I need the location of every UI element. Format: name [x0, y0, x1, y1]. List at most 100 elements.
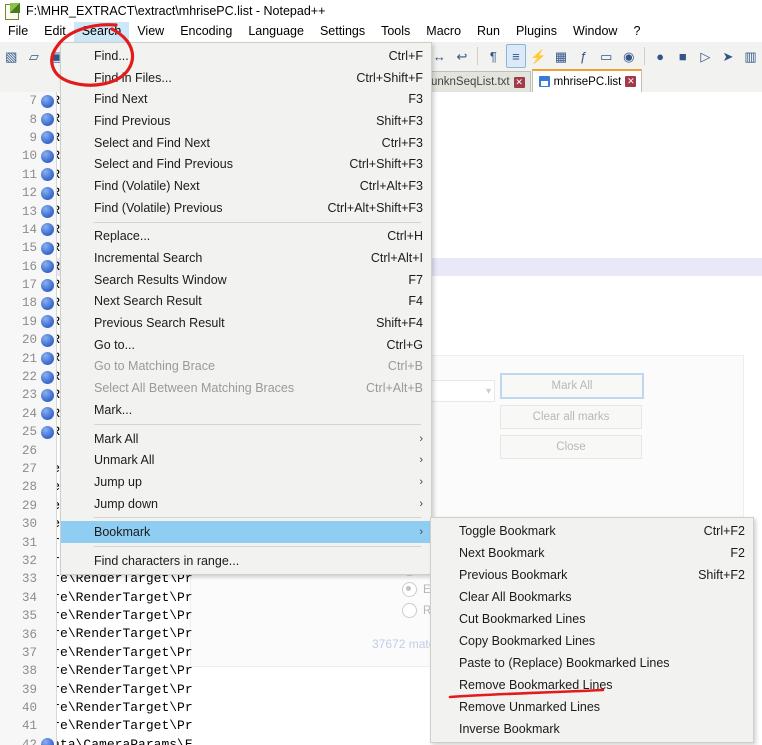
search-menu-item-find-volatile-previous[interactable]: Find (Volatile) Previous Ctrl+Alt+Shift+F… — [61, 197, 431, 219]
search-menu-item-incremental-search[interactable]: Incremental Search Ctrl+Alt+I — [61, 247, 431, 269]
doc-map-icon[interactable]: ▦ — [551, 44, 572, 68]
tab-close-icon[interactable]: ✕ — [513, 76, 525, 88]
bookmark-menu-item-toggle-bookmark[interactable]: Toggle Bookmark Ctrl+F2 — [431, 520, 753, 542]
line-number-row[interactable]: 27 — [0, 460, 56, 478]
line-number-row[interactable]: 11 — [0, 166, 56, 184]
search-menu-item-find-volatile-next[interactable]: Find (Volatile) Next Ctrl+Alt+F3 — [61, 175, 431, 197]
menu-bar[interactable]: File Edit Search View Encoding Language Settin… — [0, 22, 762, 42]
user-language-icon[interactable]: ⚡ — [528, 44, 549, 68]
bookmark-menu-item-previous-bookmark[interactable]: Previous Bookmark Shift+F2 — [431, 564, 753, 586]
search-menu-item-unmark-all[interactable]: Unmark All › — [61, 449, 431, 471]
menu-view[interactable]: View — [129, 22, 172, 42]
search-menu-item-find-in-files[interactable]: Find in Files... Ctrl+Shift+F — [61, 67, 431, 89]
line-number-row[interactable]: 36 — [0, 625, 56, 643]
line-number-row[interactable]: 12 — [0, 184, 56, 202]
line-number-row[interactable]: 24 — [0, 405, 56, 423]
line-number-row[interactable]: 31 — [0, 533, 56, 551]
bookmark-menu-item-paste-to-replace-bookmarked-lines[interactable]: Paste to (Replace) Bookmarked Lines — [431, 652, 753, 674]
line-number-row[interactable]: 37 — [0, 644, 56, 662]
line-number-row[interactable]: 34 — [0, 589, 56, 607]
new-file-icon[interactable]: ▧ — [1, 44, 22, 68]
menu-[interactable]: ? — [625, 22, 648, 42]
line-number-row[interactable]: 21 — [0, 349, 56, 367]
line-number-row[interactable]: 28 — [0, 478, 56, 496]
search-menu-item-select-and-find-next[interactable]: Select and Find Next Ctrl+F3 — [61, 132, 431, 154]
sync-scroll-h-icon[interactable]: ↔ — [429, 44, 450, 68]
folder-workspace-icon[interactable]: ▭ — [596, 44, 617, 68]
word-wrap-icon[interactable]: ↩ — [452, 44, 473, 68]
line-number-row[interactable]: 20 — [0, 331, 56, 349]
line-number-row[interactable]: 35 — [0, 607, 56, 625]
line-number-row[interactable]: 19 — [0, 313, 56, 331]
bookmark-menu-item-next-bookmark[interactable]: Next Bookmark F2 — [431, 542, 753, 564]
bookmark-menu-item-inverse-bookmark[interactable]: Inverse Bookmark — [431, 718, 753, 740]
search-menu-item-search-results-window[interactable]: Search Results Window F7 — [61, 269, 431, 291]
menu-tools[interactable]: Tools — [373, 22, 418, 42]
indent-guide-icon[interactable]: ≡ — [505, 44, 527, 68]
bookmark-menu-item-copy-bookmarked-lines[interactable]: Copy Bookmarked Lines — [431, 630, 753, 652]
line-number-row[interactable]: 13 — [0, 202, 56, 220]
search-menu-item-find-previous[interactable]: Find Previous Shift+F3 — [61, 110, 431, 132]
menu-settings[interactable]: Settings — [312, 22, 373, 42]
all-chars-icon[interactable]: ¶ — [483, 44, 504, 68]
line-number-row[interactable]: 39 — [0, 681, 56, 699]
line-number-row[interactable]: 15 — [0, 239, 56, 257]
line-number-row[interactable]: 14 — [0, 221, 56, 239]
menu-window[interactable]: Window — [565, 22, 625, 42]
search-menu-item-previous-search-result[interactable]: Previous Search Result Shift+F4 — [61, 312, 431, 334]
bookmark-menu-item-cut-bookmarked-lines[interactable]: Cut Bookmarked Lines — [431, 608, 753, 630]
play-macro-icon[interactable]: ▷ — [695, 44, 716, 68]
line-number-row[interactable]: 23 — [0, 386, 56, 404]
stop-macro-icon[interactable]: ■ — [673, 44, 694, 68]
search-menu-dropdown[interactable]: Find... Ctrl+F Find in Files... Ctrl+Shift+… — [60, 42, 432, 575]
search-menu-item-jump-up[interactable]: Jump up › — [61, 471, 431, 493]
search-menu-item-find[interactable]: Find... Ctrl+F — [61, 45, 431, 67]
line-number-row[interactable]: 8 — [0, 110, 56, 128]
line-number-row[interactable]: 40 — [0, 699, 56, 717]
line-number-row[interactable]: 38 — [0, 662, 56, 680]
menu-plugins[interactable]: Plugins — [508, 22, 565, 42]
menu-encoding[interactable]: Encoding — [172, 22, 240, 42]
line-number-row[interactable]: 17 — [0, 276, 56, 294]
monitoring-icon[interactable]: ◉ — [619, 44, 640, 68]
save-macro-icon[interactable]: ▥ — [740, 44, 761, 68]
record-macro-icon[interactable]: ● — [650, 44, 671, 68]
search-menu-item-mark-all[interactable]: Mark All › — [61, 428, 431, 450]
bookmark-submenu[interactable]: Toggle Bookmark Ctrl+F2 Next Bookmark F2 Pre… — [430, 517, 754, 743]
line-number-row[interactable]: 22 — [0, 368, 56, 386]
bookmark-menu-item-remove-bookmarked-lines[interactable]: Remove Bookmarked Lines — [431, 674, 753, 696]
line-number-row[interactable]: 29 — [0, 497, 56, 515]
search-menu-item-next-search-result[interactable]: Next Search Result F4 — [61, 291, 431, 313]
line-number-row[interactable]: 32 — [0, 552, 56, 570]
line-number-row[interactable]: 10 — [0, 147, 56, 165]
tab-close-icon[interactable]: ✕ — [625, 76, 637, 87]
line-number-row[interactable]: 25 — [0, 423, 56, 441]
play-multiple-icon[interactable]: ➤ — [718, 44, 739, 68]
search-menu-item-replace[interactable]: Replace... Ctrl+H — [61, 226, 431, 248]
line-number-row[interactable]: 26 — [0, 441, 56, 459]
line-number-row[interactable]: 30 — [0, 515, 56, 533]
tab-unknseqlist-txt[interactable]: unknSeqList.txt ✕ — [424, 71, 531, 92]
line-number-row[interactable]: 42 — [0, 736, 56, 745]
line-number-row[interactable]: 18 — [0, 294, 56, 312]
search-menu-item-go-to[interactable]: Go to... Ctrl+G — [61, 334, 431, 356]
search-menu-item-select-and-find-previous[interactable]: Select and Find Previous Ctrl+Shift+F3 — [61, 153, 431, 175]
tab-mhrisepc-list[interactable]: mhrisePC.list ✕ — [531, 69, 643, 92]
line-number-row[interactable]: 9 — [0, 129, 56, 147]
function-list-icon[interactable]: ƒ — [573, 44, 594, 68]
menu-language[interactable]: Language — [240, 22, 312, 42]
search-menu-item-find-next[interactable]: Find Next F3 — [61, 88, 431, 110]
menu-macro[interactable]: Macro — [418, 22, 469, 42]
menu-file[interactable]: File — [0, 22, 36, 42]
open-file-icon[interactable]: ▱ — [24, 44, 45, 68]
menu-edit[interactable]: Edit — [36, 22, 74, 42]
menu-search[interactable]: Search — [73, 22, 130, 42]
line-number-row[interactable]: 16 — [0, 258, 56, 276]
line-number-row[interactable]: 7 — [0, 92, 56, 110]
line-number-row[interactable]: 41 — [0, 717, 56, 735]
search-menu-item-bookmark[interactable]: Bookmark › — [61, 521, 431, 544]
line-number-row[interactable]: 33 — [0, 570, 56, 588]
bookmark-menu-item-remove-unmarked-lines[interactable]: Remove Unmarked Lines — [431, 696, 753, 718]
search-menu-item-mark[interactable]: Mark... — [61, 399, 431, 421]
search-menu-item-find-characters-in-range[interactable]: Find characters in range... — [61, 550, 431, 572]
